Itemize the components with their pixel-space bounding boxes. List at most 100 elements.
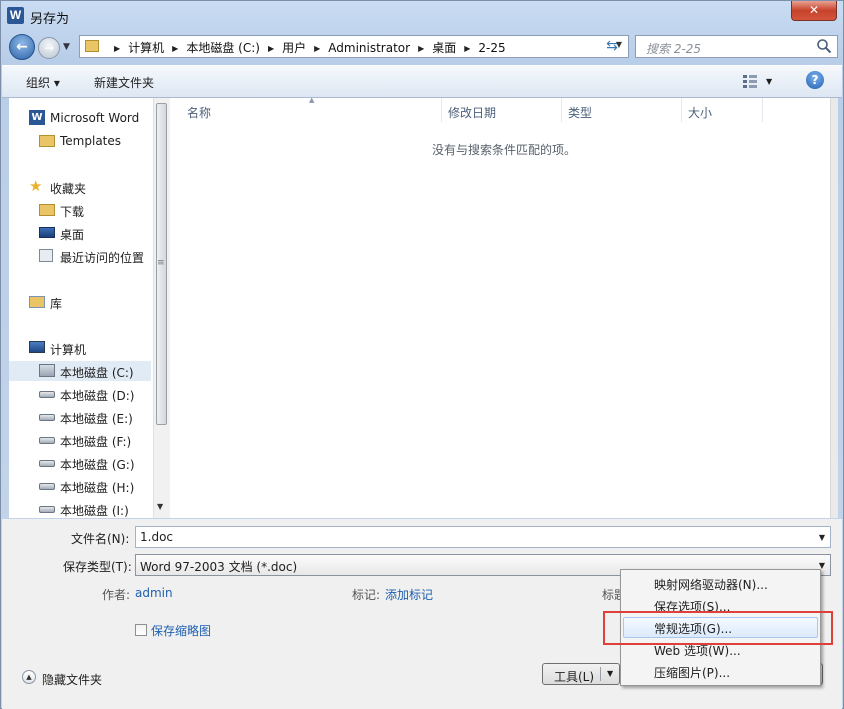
system-drive-icon — [39, 364, 55, 377]
menu-item-compress-pictures[interactable]: 压缩图片(P)... — [623, 661, 818, 682]
filename-field[interactable]: 1.doc ▼ — [135, 526, 831, 548]
organize-menu-button[interactable]: 组织 ▾ — [26, 74, 60, 91]
window-title: 另存为 — [30, 12, 70, 27]
author-field[interactable]: admin — [135, 586, 173, 600]
tags-label: 标记: — [352, 588, 381, 602]
drive-icon — [39, 460, 55, 467]
breadcrumb-chevron-icon[interactable]: ▶ — [268, 44, 274, 53]
breadcrumb-chevron-icon[interactable]: ▶ — [114, 44, 120, 53]
column-divider[interactable] — [681, 98, 682, 122]
column-divider[interactable] — [561, 98, 562, 122]
nav-item-label: 下载 — [60, 205, 85, 219]
breadcrumb-item[interactable]: 用户 — [282, 39, 306, 56]
drive-icon — [39, 437, 55, 444]
column-header-name[interactable]: 名称 — [187, 104, 211, 121]
title-bar: W 另存为 ✕ — [1, 1, 844, 31]
hide-folders-button[interactable]: 隐藏文件夹 — [42, 671, 102, 688]
nav-item-drive-h[interactable]: 本地磁盘 (H:) — [9, 476, 151, 496]
search-input[interactable]: 搜索 2-25 — [646, 40, 701, 57]
nav-item-templates[interactable]: Templates — [9, 131, 151, 151]
breadcrumb-chevron-icon[interactable]: ▶ — [418, 44, 424, 53]
breadcrumb-item[interactable]: 计算机 — [128, 39, 164, 56]
nav-item-favorites[interactable]: ★ 收藏夹 — [9, 177, 151, 197]
file-list-scrollbar[interactable] — [830, 98, 838, 518]
column-divider[interactable] — [441, 98, 442, 122]
nav-item-drive-i[interactable]: 本地磁盘 (I:) — [9, 499, 151, 519]
breadcrumb-item[interactable]: 2-25 — [478, 41, 505, 55]
help-button[interactable]: ? — [806, 71, 824, 89]
refresh-icon[interactable]: ⇆ — [602, 38, 622, 54]
breadcrumb-chevron-icon[interactable]: ▶ — [314, 44, 320, 53]
navigation-pane-scrollbar[interactable]: ≡ ▼ — [153, 98, 170, 518]
breadcrumb-chevron-icon[interactable]: ▶ — [172, 44, 178, 53]
recent-pages-dropdown-icon[interactable]: ▼ — [63, 42, 70, 52]
nav-item-downloads[interactable]: 下载 — [9, 200, 151, 220]
star-icon: ★ — [29, 177, 43, 195]
breadcrumb: ▶ 计算机 ▶ 本地磁盘 (C:) ▶ 用户 ▶ Administrator ▶ 桌面 ▶ 2-25 — [106, 39, 506, 56]
back-button[interactable]: ← — [9, 34, 35, 60]
column-header-row: ▲ 名称 修改日期 类型 大小 — [170, 96, 837, 122]
filename-label: 文件名(N): — [71, 532, 130, 546]
forward-button[interactable]: → — [38, 37, 60, 59]
search-box[interactable]: 搜索 2-25 — [635, 35, 838, 58]
save-thumbnail-label[interactable]: 保存缩略图 — [151, 622, 211, 639]
filename-input[interactable]: 1.doc — [140, 530, 173, 544]
filetype-label: 保存类型(T): — [63, 560, 132, 574]
menu-item-map-network-drive[interactable]: 映射网络驱动器(N)... — [623, 573, 818, 594]
menu-item-label: 压缩图片(P)... — [654, 666, 731, 680]
sort-ascending-icon: ▲ — [309, 96, 315, 104]
view-options-icon[interactable] — [742, 74, 758, 88]
nav-item-drive-e[interactable]: 本地磁盘 (E:) — [9, 407, 151, 427]
recent-places-icon — [39, 249, 53, 262]
filename-dropdown-icon[interactable]: ▼ — [819, 533, 825, 542]
search-icon[interactable] — [816, 38, 832, 54]
save-thumbnail-checkbox[interactable] — [135, 624, 147, 636]
tools-button-label: 工具(L) — [554, 670, 595, 684]
nav-item-computer[interactable]: 计算机 — [9, 338, 151, 358]
split-divider — [600, 667, 601, 681]
nav-item-label: 本地磁盘 (H:) — [60, 481, 135, 495]
close-button[interactable]: ✕ — [791, 1, 837, 21]
breadcrumb-item[interactable]: 桌面 — [432, 39, 456, 56]
downloads-folder-icon — [39, 204, 55, 216]
nav-item-drive-f[interactable]: 本地磁盘 (F:) — [9, 430, 151, 450]
tools-dropdown-icon[interactable]: ▼ — [607, 669, 613, 678]
scrollbar-grip-icon: ≡ — [157, 258, 165, 268]
column-header-size[interactable]: 大小 — [688, 104, 712, 121]
nav-item-microsoft-word[interactable]: W Microsoft Word — [9, 108, 151, 128]
view-dropdown-icon[interactable]: ▼ — [766, 77, 772, 86]
highlight-annotation-box — [603, 611, 833, 645]
nav-item-label: Templates — [60, 134, 122, 148]
nav-item-recent-places[interactable]: 最近访问的位置 — [9, 246, 151, 266]
column-header-type[interactable]: 类型 — [568, 104, 592, 121]
author-label: 作者: — [102, 588, 131, 602]
nav-item-label: 桌面 — [60, 228, 85, 242]
computer-icon — [29, 341, 45, 353]
nav-item-label: 本地磁盘 (G:) — [60, 458, 135, 472]
folder-icon — [39, 135, 55, 147]
breadcrumb-item[interactable]: 本地磁盘 (C:) — [186, 39, 260, 56]
nav-item-desktop[interactable]: 桌面 — [9, 223, 151, 243]
nav-item-label: 本地磁盘 (C:) — [60, 366, 134, 380]
scroll-down-arrow-icon[interactable]: ▼ — [157, 502, 163, 511]
nav-item-label: 最近访问的位置 — [60, 251, 145, 265]
nav-item-libraries[interactable]: 库 — [9, 292, 151, 312]
navigation-bar: ← → ▼ ▶ 计算机 ▶ 本地磁盘 (C:) ▶ 用户 ▶ Administrator ▶ 桌面… — [7, 34, 839, 60]
breadcrumb-chevron-icon[interactable]: ▶ — [464, 44, 470, 53]
drive-icon — [39, 506, 55, 513]
tools-button[interactable]: 工具(L) ▼ — [542, 663, 620, 685]
nav-item-label: 库 — [50, 297, 63, 311]
file-list: ▲ 名称 修改日期 类型 大小 没有与搜索条件匹配的项。 — [170, 96, 837, 518]
nav-item-drive-g[interactable]: 本地磁盘 (G:) — [9, 453, 151, 473]
nav-item-drive-d[interactable]: 本地磁盘 (D:) — [9, 384, 151, 404]
desktop-icon — [39, 227, 55, 238]
tags-field[interactable]: 添加标记 — [385, 586, 433, 603]
column-header-modified[interactable]: 修改日期 — [448, 104, 496, 121]
new-folder-button[interactable]: 新建文件夹 — [94, 74, 154, 91]
nav-item-drive-c[interactable]: 本地磁盘 (C:) — [9, 361, 151, 381]
address-bar[interactable]: ▶ 计算机 ▶ 本地磁盘 (C:) ▶ 用户 ▶ Administrator ▶ 桌面 ▶ 2-25 … — [79, 35, 629, 58]
breadcrumb-item[interactable]: Administrator — [328, 41, 410, 55]
collapse-chevron-icon[interactable]: ▲ — [22, 670, 36, 684]
column-divider[interactable] — [762, 98, 763, 122]
filetype-value: Word 97-2003 文档 (*.doc) — [140, 560, 298, 574]
